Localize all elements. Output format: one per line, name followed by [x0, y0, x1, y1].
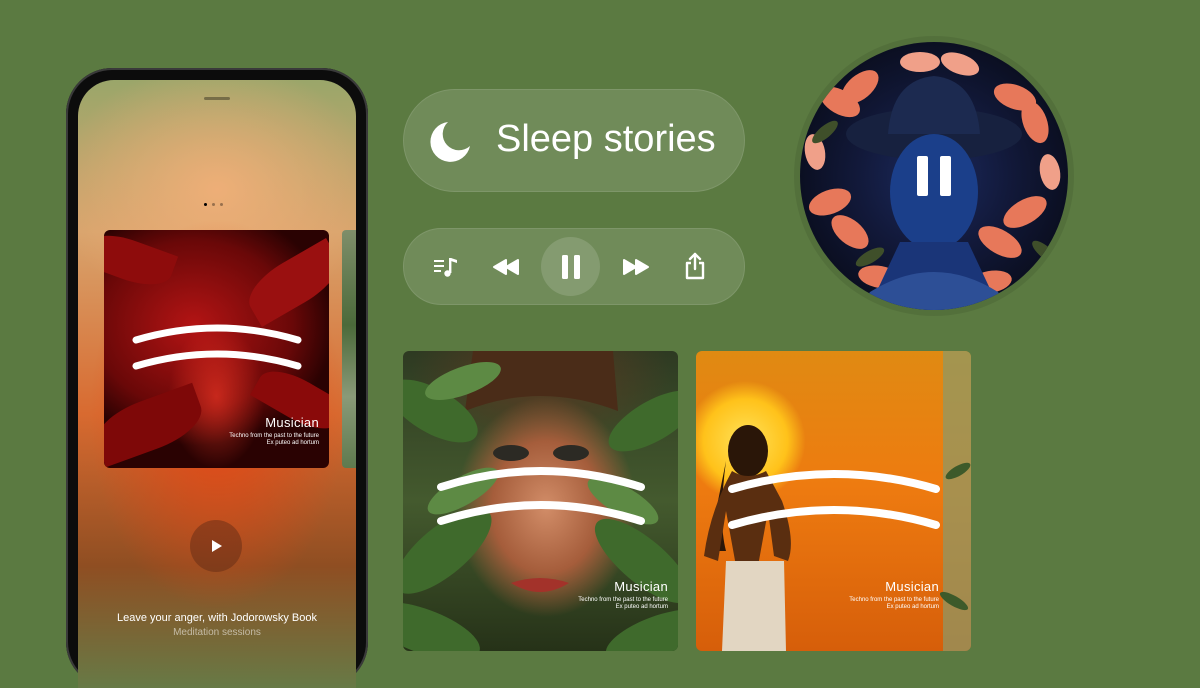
rewind-button[interactable] — [490, 254, 522, 280]
album-card[interactable]: Musician Techno from the past to the fut… — [403, 351, 678, 651]
pause-icon — [561, 254, 580, 279]
share-button[interactable] — [680, 251, 710, 281]
rewind-icon — [493, 259, 519, 275]
round-player-artwork[interactable] — [800, 42, 1068, 310]
brand-waves-icon — [132, 324, 302, 370]
album-card-text: Musician Techno from the past to the fut… — [229, 415, 319, 446]
card-subtitle: Techno from the past to the future — [229, 433, 319, 439]
page-dot-active — [204, 203, 207, 206]
card-caption: Ex puteo ad hortum — [886, 604, 939, 610]
leaf-shape — [104, 382, 210, 468]
card-title: Musician — [614, 579, 668, 594]
phone-screen: Musician Techno from the past to the fut… — [78, 80, 356, 688]
next-album-card-peek[interactable] — [342, 230, 356, 468]
brand-waves-icon — [437, 467, 645, 525]
page-indicator — [204, 203, 223, 206]
card-title: Musician — [265, 415, 319, 430]
album-card-text: Musician Techno from the past to the fut… — [849, 579, 939, 610]
card-title: Musician — [885, 579, 939, 594]
page-dot — [212, 203, 215, 206]
pause-button[interactable] — [541, 237, 600, 296]
pause-icon — [917, 156, 951, 196]
album-card[interactable]: Musician Techno from the past to the fut… — [696, 351, 971, 651]
brand-waves-icon — [728, 470, 940, 529]
sheet-grabber[interactable] — [204, 97, 230, 100]
card-caption: Ex puteo ad hortum — [615, 604, 668, 610]
moon-icon — [430, 122, 470, 162]
fast-forward-icon — [623, 259, 649, 275]
card-subtitle: Techno from the past to the future — [578, 597, 668, 603]
queue-button[interactable] — [430, 252, 462, 282]
album-card[interactable]: Musician Techno from the past to the fut… — [104, 230, 329, 468]
card-subtitle: Techno from the past to the future — [849, 597, 939, 603]
track-subtitle: Meditation sessions — [173, 627, 261, 638]
share-icon — [685, 252, 705, 280]
leaf-shape — [104, 230, 179, 295]
card-caption: Ex puteo ad hortum — [266, 440, 319, 446]
page-dot — [220, 203, 223, 206]
album-card-text: Musician Techno from the past to the fut… — [578, 579, 668, 610]
sleep-stories-label: Sleep stories — [496, 118, 716, 160]
play-icon — [212, 540, 222, 552]
track-title: Leave your anger, with Jodorowsky Book — [117, 612, 317, 624]
fast-forward-button[interactable] — [620, 254, 652, 280]
play-button[interactable] — [190, 520, 242, 572]
queue-music-icon — [434, 258, 457, 277]
phone-mockup: Musician Techno from the past to the fut… — [66, 68, 368, 688]
leaf-shape — [239, 238, 329, 327]
